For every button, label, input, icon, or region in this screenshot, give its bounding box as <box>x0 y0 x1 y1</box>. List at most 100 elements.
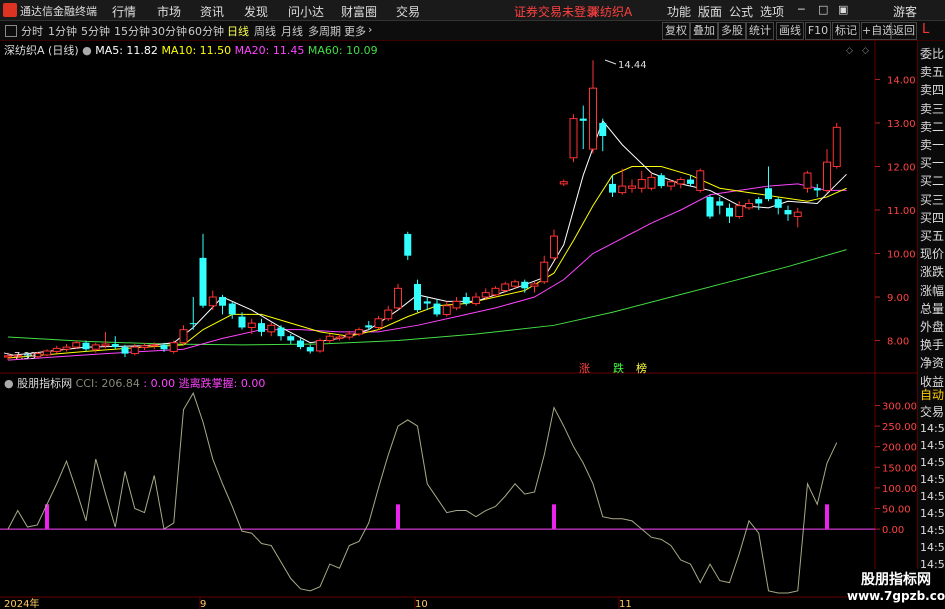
trade-login-notice[interactable]: 证券交易未登录 <box>514 3 598 20</box>
low-price-label: 7.39 <box>14 351 36 362</box>
cci-axis-label: 300.00 <box>882 401 917 412</box>
bang-marker[interactable]: 榜 <box>636 360 647 376</box>
signal-bar <box>396 504 400 530</box>
quote-side-panel: 委比 卖五 卖四 卖三 卖二 卖一 买一 买二 买三 买四 买五 现价 涨跌 涨幅 总量 外盘 换手 净资 收益 自动… <box>917 41 945 609</box>
candle-body <box>433 303 441 315</box>
ma60-value: MA60: 10.09 <box>307 44 378 57</box>
signal-bar <box>825 504 829 530</box>
candle-body <box>121 347 129 354</box>
high-price-label: 14.44 <box>618 60 647 71</box>
side-label: 委比 <box>920 47 945 61</box>
zhang-marker[interactable]: 涨 <box>579 360 590 376</box>
menu-jiaoyi[interactable]: 交易 <box>396 3 420 20</box>
diejia-button[interactable]: 叠加 <box>690 22 718 40</box>
indicator-title[interactable]: 股朋指标网 <box>17 377 72 390</box>
menu-wenxiaoda[interactable]: 问小达 <box>288 3 324 20</box>
indicator-legend: ● 股朋指标网 CCI: 206.84 : 0.00 逃离跌掌握: 0.00 <box>4 375 265 391</box>
cci-axis-label: 0.00 <box>882 525 904 536</box>
candle-body <box>325 335 334 342</box>
period-30min[interactable]: 30分钟 <box>151 23 187 39</box>
biaoji-button[interactable]: 标记 <box>832 22 860 40</box>
candle-body <box>287 336 295 341</box>
main-legend: 深纺织A (日线) ● MA5: 11.82 MA10: 11.50 MA20:… <box>4 42 378 58</box>
candle-body <box>335 336 344 339</box>
period-fenshi[interactable]: 分时 <box>21 23 43 39</box>
candle-body <box>755 199 763 204</box>
diamond-icon[interactable]: ◇ <box>862 46 869 56</box>
candle-body <box>345 333 354 338</box>
watermark-name: 股朋指标网 <box>861 572 931 588</box>
candle-body <box>404 233 412 256</box>
ma20-line <box>7 183 847 361</box>
chart-area: 14.00 13.00 12.00 11.00 10.00 9.00 8.00 300.00… <box>0 41 917 609</box>
signal-bar <box>552 504 556 530</box>
side-label: 买二 <box>920 174 945 189</box>
guest-user[interactable]: 游客 <box>893 3 917 20</box>
candle-body <box>550 235 558 259</box>
period-toolbar: 分时 1分钟 5分钟 15分钟 30分钟 60分钟 日线 周线 月线 多周期 更… <box>0 21 945 41</box>
diamond-icon[interactable]: ◇ <box>846 46 853 56</box>
candle-body <box>667 181 675 187</box>
menu-faxian[interactable]: 发现 <box>244 3 268 20</box>
candle-body <box>559 181 568 185</box>
candle-body <box>569 118 578 159</box>
duogu-button[interactable]: 多股 <box>718 22 746 40</box>
auto-trade-tab[interactable]: 自动 <box>920 386 944 403</box>
f10-button[interactable]: F10 <box>805 22 831 40</box>
candle-body <box>355 329 363 335</box>
trade-tab[interactable]: 交易 <box>920 403 944 420</box>
side-toggle-icon[interactable]: L <box>922 22 929 37</box>
cci-axis-label: 100.00 <box>882 484 917 495</box>
candle-body <box>823 161 831 191</box>
period-monthly[interactable]: 月线 <box>281 23 303 39</box>
indicator-settings-icon[interactable]: ● <box>4 377 14 390</box>
watermark-url: www.7gpzb.com <box>847 589 945 603</box>
period-more[interactable]: 更多 <box>344 23 366 39</box>
candle-body <box>803 172 812 189</box>
candle-body <box>637 179 646 189</box>
chart-type-icon[interactable] <box>5 25 17 37</box>
tongji-button[interactable]: 统计 <box>746 22 774 40</box>
period-15min[interactable]: 15分钟 <box>114 23 150 39</box>
date-label-year: 2024年 <box>4 597 39 609</box>
period-60min[interactable]: 60分钟 <box>188 23 224 39</box>
side-label: 卖一 <box>920 138 945 152</box>
more-chevron-icon[interactable]: › <box>368 23 372 36</box>
candle-body <box>745 202 753 209</box>
settings-icon[interactable]: ● <box>82 44 92 57</box>
period-weekly[interactable]: 周线 <box>254 23 276 39</box>
candle-body <box>696 170 705 191</box>
date-label-sep: 9 <box>200 599 206 609</box>
menu-gongneng[interactable]: 功能 <box>667 3 691 20</box>
menu-hangqing[interactable]: 行情 <box>112 3 136 20</box>
menu-zixun[interactable]: 资讯 <box>200 3 224 20</box>
minimize-icon[interactable]: ─ <box>798 3 805 16</box>
add-watchlist-button[interactable]: +自选 <box>861 22 893 40</box>
period-1min[interactable]: 1分钟 <box>48 23 77 39</box>
menu-banmian[interactable]: 版面 <box>698 3 722 20</box>
die-marker[interactable]: 跌 <box>613 360 624 376</box>
menu-shichang[interactable]: 市场 <box>157 3 181 20</box>
candle-body <box>316 340 324 352</box>
candle-body <box>62 346 71 350</box>
candle-body <box>267 324 276 333</box>
huaxian-button[interactable]: 画线 <box>776 22 804 40</box>
maximize-icon[interactable]: □ <box>818 3 828 16</box>
candle-body <box>111 344 119 348</box>
menu-xuanxiang[interactable]: 选项 <box>760 3 784 20</box>
period-daily[interactable]: 日线 <box>227 23 249 39</box>
back-button[interactable]: 返回 <box>891 22 917 40</box>
candle-body <box>160 344 168 350</box>
menu-caifuquan[interactable]: 财富圈 <box>341 3 377 20</box>
tick-time: 14:56 <box>920 490 945 503</box>
side-label: 涨幅 <box>920 283 945 298</box>
cci-axis-label: 200.00 <box>882 443 917 454</box>
fuquan-button[interactable]: 复权 <box>662 22 690 40</box>
app-brand: 通达信金融终端 <box>20 5 97 18</box>
period-5min[interactable]: 5分钟 <box>81 23 110 39</box>
menu-gongshi[interactable]: 公式 <box>729 3 753 20</box>
candle-body <box>238 316 246 328</box>
side-label: 现价 <box>920 247 945 262</box>
restore-icon[interactable]: ▣ <box>838 3 848 16</box>
period-multi[interactable]: 多周期 <box>308 23 341 39</box>
